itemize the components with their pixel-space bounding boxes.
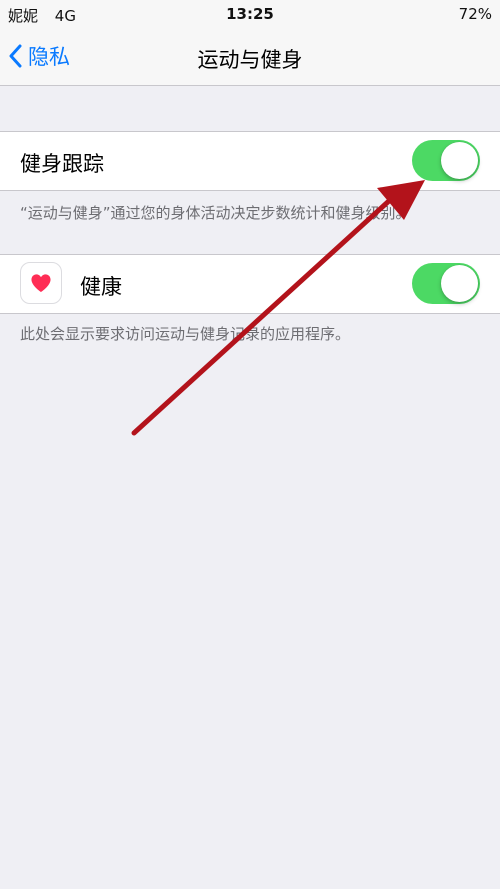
status-time: 13:25 — [226, 5, 274, 23]
battery-percentage: 72% — [458, 5, 492, 23]
navigation-bar: 隐私 运动与健身 — [0, 28, 500, 86]
fitness-tracking-row: 健身跟踪 — [0, 131, 500, 191]
status-bar: 妮妮 4G 13:25 72% — [0, 0, 500, 28]
health-app-toggle[interactable] — [412, 263, 480, 304]
app-row-health: 健康 — [0, 254, 500, 314]
apps-footnote: 此处会显示要求访问运动与健身记录的应用程序。 — [20, 325, 351, 343]
fitness-tracking-label: 健身跟踪 — [20, 152, 104, 176]
toggle-knob — [441, 265, 478, 302]
fitness-tracking-toggle[interactable] — [412, 140, 480, 181]
toggle-knob — [441, 142, 478, 179]
fitness-tracking-footnote: “运动与健身”通过您的身体活动决定步数统计和健身级别。 — [20, 204, 411, 222]
page-title: 运动与健身 — [197, 48, 303, 72]
health-app-icon — [20, 262, 62, 304]
health-app-label: 健康 — [80, 275, 122, 299]
heart-icon — [31, 274, 51, 293]
